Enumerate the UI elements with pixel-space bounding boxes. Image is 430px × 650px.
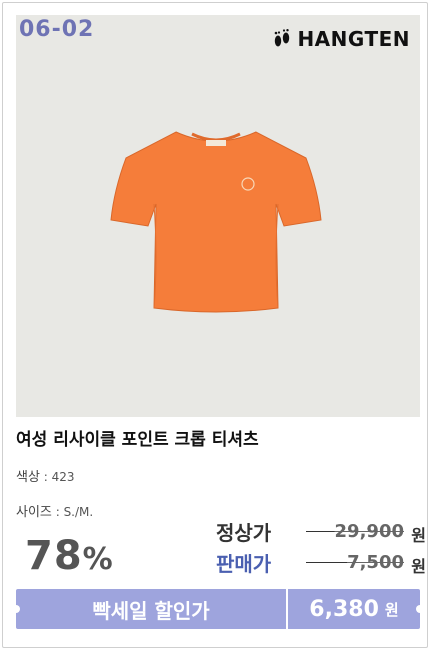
tshirt-image: [110, 131, 322, 313]
discount-percent-sign: %: [82, 542, 114, 577]
size-label: 사이즈: [16, 505, 52, 520]
sale-price-row: 판매가 7,500 원: [216, 548, 426, 576]
discount-rate: 78%: [25, 533, 114, 579]
product-image[interactable]: 06-02 HANGTEN: [16, 15, 420, 417]
product-title[interactable]: 여성 리사이클 포인트 크롭 티셔츠: [16, 425, 259, 450]
regular-price-currency: 원: [411, 525, 426, 545]
banner-label: 빡세일 할인가: [92, 598, 210, 623]
regular-price: 29,900: [334, 520, 404, 542]
sale-price-currency: 원: [411, 556, 426, 576]
sale-banner[interactable]: 빡세일 할인가 6,380 원: [12, 589, 424, 629]
size-value: : S./M.: [51, 505, 94, 519]
sale-price-label: 판매가: [216, 551, 272, 576]
color-label: 색상: [16, 470, 40, 485]
banner-notch-right: [416, 605, 424, 613]
footprint-icon: [275, 29, 290, 47]
final-price-currency: 원: [384, 600, 399, 619]
brand-logo: HANGTEN: [271, 27, 410, 51]
product-code: 06-02: [19, 17, 95, 42]
discount-number: 78: [25, 533, 83, 579]
regular-price-row: 정상가 29,900 원: [216, 517, 426, 545]
final-price: 6,380: [309, 596, 379, 622]
color-value: : 423: [39, 470, 75, 484]
banner-notch-left: [12, 605, 20, 613]
banner-price-area: 6,380 원: [288, 589, 420, 629]
regular-price-label: 정상가: [216, 520, 272, 545]
brand-name: HANGTEN: [297, 27, 410, 51]
sale-price: 7,500: [347, 551, 404, 573]
banner-label-area: 빡세일 할인가: [16, 589, 288, 629]
color-info: 색상 : 423: [16, 466, 75, 485]
product-card[interactable]: 06-02 HANGTEN 여성 리사이클 포인트 크롭 티셔츠 색상 : 42…: [2, 2, 428, 648]
size-info: 사이즈 : S./M.: [16, 501, 93, 520]
